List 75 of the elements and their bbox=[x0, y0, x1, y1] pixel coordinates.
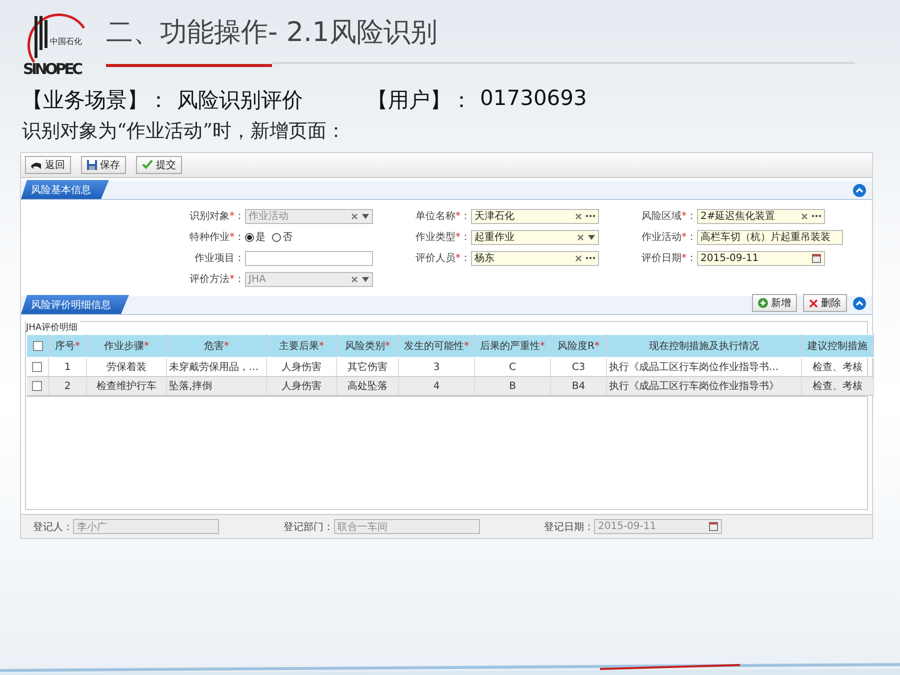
action-button[interactable]: 新增 bbox=[752, 294, 797, 312]
checkbox[interactable] bbox=[32, 362, 42, 372]
more-icon[interactable] bbox=[586, 214, 594, 218]
field-label: 作业活动*： bbox=[640, 230, 696, 244]
logo: 中国石化 SINOPEC bbox=[22, 10, 96, 78]
panel-tab[interactable]: 风险基本信息 bbox=[21, 180, 109, 199]
toolbar-button[interactable]: 返回 bbox=[25, 156, 71, 174]
more-icon[interactable] bbox=[586, 256, 594, 260]
column-header[interactable]: 建议控制措施 bbox=[802, 334, 874, 358]
more-icon[interactable] bbox=[812, 214, 820, 218]
table-cell: B4 bbox=[550, 376, 606, 396]
plus-icon bbox=[758, 298, 768, 308]
radio-option[interactable]: 是 bbox=[244, 230, 266, 244]
user-label: 【用户】： bbox=[367, 87, 472, 114]
column-header[interactable]: 主要后果* bbox=[266, 334, 336, 358]
field-label: 登记人： bbox=[33, 520, 73, 534]
column-header[interactable]: 危害* bbox=[166, 334, 266, 358]
clear-icon[interactable] bbox=[574, 254, 582, 262]
input-field[interactable]: 天津石化 bbox=[470, 208, 598, 224]
slide-title: 二、功能操作- 2.1风险识别 bbox=[106, 16, 438, 50]
column-header[interactable]: 序号* bbox=[48, 334, 86, 358]
field-label: 作业项目： bbox=[194, 252, 244, 265]
slide-subtitle: 识别对象为“作业活动”时，新增页面： bbox=[21, 119, 346, 144]
action-button[interactable]: 删除 bbox=[803, 294, 847, 312]
check-icon bbox=[142, 160, 153, 170]
column-header[interactable]: 风险度R* bbox=[550, 334, 606, 358]
clear-icon[interactable] bbox=[800, 212, 808, 220]
calendar-icon[interactable] bbox=[812, 254, 820, 262]
checkbox[interactable] bbox=[32, 340, 42, 351]
clear-icon[interactable] bbox=[574, 212, 582, 220]
field-label: 作业类型*： bbox=[414, 230, 470, 244]
table-cell: 检查维护行车 bbox=[86, 376, 166, 396]
group-legend: JHA评价明细 bbox=[26, 321, 80, 334]
field-label: 登记部门： bbox=[284, 520, 334, 534]
toolbar-button[interactable]: 保存 bbox=[81, 156, 126, 174]
table-cell: 执行《成品工区行车岗位作业指导书》 bbox=[606, 376, 802, 396]
column-header[interactable]: 风险类别* bbox=[336, 334, 398, 358]
field-label: 单位名称*： bbox=[414, 210, 470, 223]
user-value: 01730693 bbox=[480, 86, 587, 112]
collapse-icon[interactable] bbox=[853, 296, 866, 310]
input-field[interactable]: 起重作业 bbox=[470, 230, 598, 244]
column-header[interactable]: 作业步骤* bbox=[86, 334, 166, 358]
dropdown-icon[interactable] bbox=[588, 234, 594, 240]
field-label: 评价方法*： bbox=[188, 272, 244, 286]
input-field[interactable] bbox=[244, 250, 372, 266]
field-label: 评价日期*： bbox=[640, 252, 696, 265]
collapse-icon[interactable] bbox=[853, 184, 866, 197]
input-field[interactable]: 2015-09-11 bbox=[696, 250, 824, 266]
column-header[interactable]: 发生的可能性* bbox=[398, 334, 474, 358]
table-cell: 人身伤害 bbox=[266, 376, 336, 396]
column-header[interactable]: 后果的严重性* bbox=[474, 334, 550, 358]
radio-option[interactable]: 否 bbox=[272, 230, 292, 244]
scenario-value: 风险识别评价 bbox=[177, 87, 303, 114]
table-cell: 2 bbox=[48, 376, 86, 396]
table-cell: 坠落,摔倒 bbox=[166, 376, 266, 396]
input-field[interactable]: 高栏车切（杭）片起重吊装装 bbox=[696, 230, 842, 244]
field-label: 风险区域*： bbox=[640, 210, 696, 223]
table-cell: 4 bbox=[398, 376, 474, 396]
panel-tab[interactable]: 风险评价明细信息 bbox=[21, 295, 129, 314]
field-label: 特种作业*： bbox=[188, 230, 244, 244]
table-cell: 高处坠落 bbox=[336, 376, 398, 396]
back-arrow-icon bbox=[31, 160, 42, 170]
scenario-label: 【业务场景】： bbox=[22, 87, 169, 114]
field-label: 识别对象*： bbox=[188, 210, 244, 223]
close-icon bbox=[809, 298, 818, 308]
checkbox[interactable] bbox=[32, 380, 42, 391]
field-label: 评价人员*： bbox=[414, 252, 470, 265]
table-cell: B bbox=[474, 376, 550, 396]
clear-icon[interactable] bbox=[576, 234, 584, 240]
field-label: 登记日期： bbox=[544, 520, 594, 534]
input-field[interactable]: 杨东 bbox=[470, 250, 598, 266]
toolbar-button[interactable]: 提交 bbox=[136, 156, 182, 174]
column-header[interactable]: 现在控制措施及执行情况 bbox=[606, 334, 802, 358]
input-field[interactable]: 2#延迟焦化装置 bbox=[696, 208, 824, 224]
table-cell: 检查、考核 bbox=[802, 376, 874, 396]
